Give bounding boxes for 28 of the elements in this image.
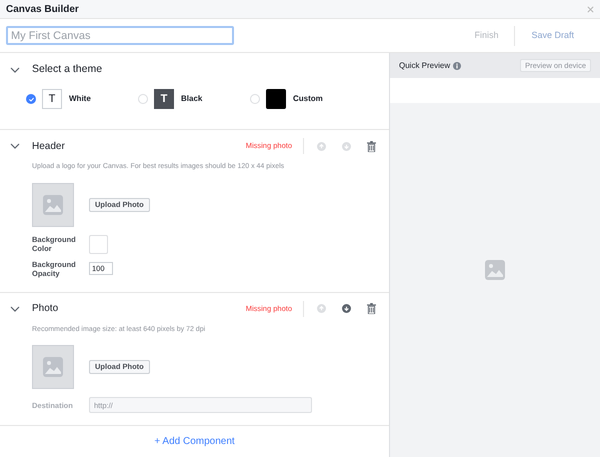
component-title: Header xyxy=(32,140,65,154)
add-component-link[interactable]: + Add Component xyxy=(154,434,235,449)
theme-radio[interactable] xyxy=(138,94,148,104)
move-down-icon[interactable] xyxy=(342,304,351,313)
image-placeholder-icon xyxy=(485,260,505,280)
image-icon xyxy=(43,357,63,377)
window-title: Canvas Builder xyxy=(6,2,79,16)
section-title: Select a theme xyxy=(32,62,102,78)
image-icon xyxy=(43,194,63,214)
preview-title: Quick Preview xyxy=(399,60,450,72)
collapse-chevron-icon[interactable] xyxy=(10,306,20,312)
collapse-chevron-icon[interactable] xyxy=(10,143,20,149)
component-title: Photo xyxy=(32,302,58,316)
theme-label: White xyxy=(69,93,91,105)
check-icon xyxy=(28,96,34,102)
canvas-name-field[interactable]: My First Canvas xyxy=(6,26,234,45)
theme-label: Custom xyxy=(293,93,323,105)
theme-swatch[interactable]: T xyxy=(42,89,62,109)
color-swatch[interactable] xyxy=(89,234,108,254)
delete-icon[interactable] xyxy=(367,303,376,314)
theme-label: Black xyxy=(181,93,202,105)
theme-radio[interactable] xyxy=(26,94,36,104)
info-icon[interactable] xyxy=(453,62,462,70)
theme-radio[interactable] xyxy=(250,94,260,104)
theme-swatch[interactable]: T xyxy=(154,89,174,109)
collapse-chevron-icon[interactable] xyxy=(10,67,20,73)
theme-swatch[interactable] xyxy=(266,89,286,109)
delete-icon[interactable] xyxy=(367,140,376,152)
